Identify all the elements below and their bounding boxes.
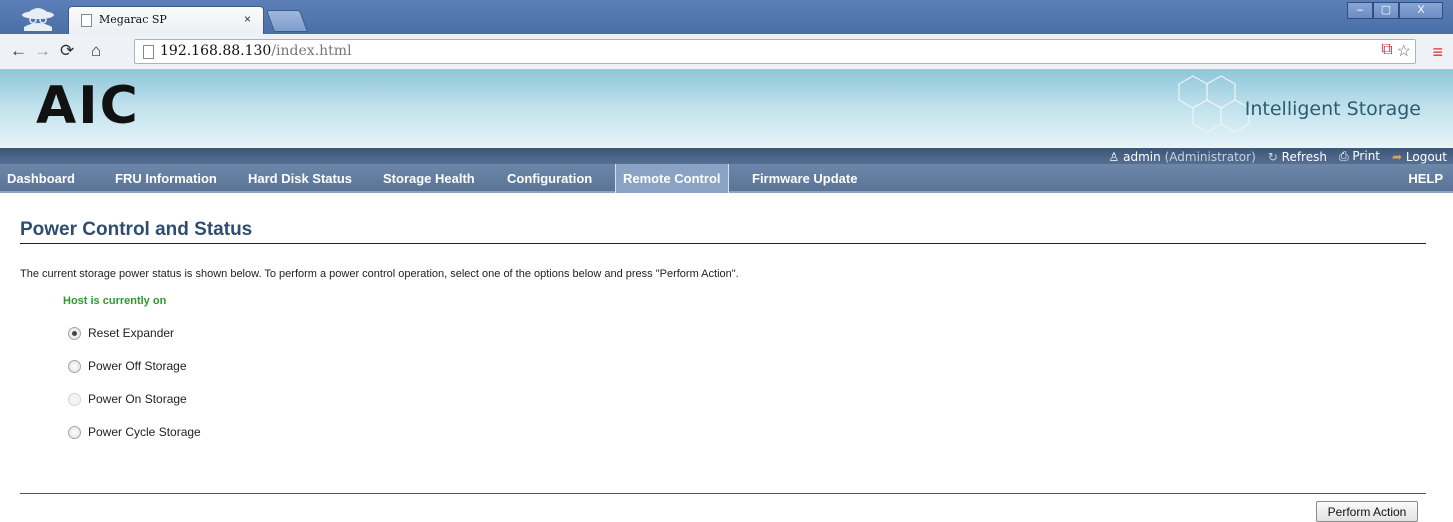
print-label: Print (1352, 149, 1381, 163)
main-nav: Dashboard FRU Information Hard Disk Stat… (0, 164, 1453, 193)
nav-fru-information[interactable]: FRU Information (108, 164, 224, 193)
help-link[interactable]: HELP (1408, 164, 1443, 193)
hexagon-pattern-icon (1178, 75, 1250, 133)
logout-icon: ➦ (1392, 149, 1403, 164)
option-label: Power Off Storage (88, 359, 187, 373)
url-host: 192.168.88.130 (160, 43, 272, 59)
option-label: Power On Storage (88, 392, 187, 406)
browser-tab[interactable]: Megarac SP × (68, 6, 264, 34)
radio-power-off-storage[interactable] (68, 359, 81, 373)
nav-firmware-update[interactable]: Firmware Update (745, 164, 864, 193)
nav-remote-control[interactable]: Remote Control (615, 164, 729, 193)
option-label: Reset Expander (88, 326, 175, 340)
radio-power-cycle-storage[interactable] (68, 425, 81, 439)
refresh-icon: ↻ (1267, 149, 1278, 164)
logout-label: Logout (1405, 149, 1447, 164)
window-controls: – ▢ X (1347, 2, 1443, 20)
browser-tab-bar: Megarac SP × – ▢ X (0, 0, 1453, 34)
option-power-on-storage: Power On Storage (68, 391, 187, 407)
page-icon (81, 14, 92, 27)
reload-icon[interactable]: ⟳ (60, 42, 74, 60)
option-label: Power Cycle Storage (88, 425, 201, 439)
option-reset-expander[interactable]: Reset Expander (68, 325, 174, 341)
option-power-cycle-storage[interactable]: Power Cycle Storage (68, 424, 201, 440)
user-role: (Administrator) (1164, 149, 1256, 164)
radio-power-on-storage (68, 392, 81, 406)
tab-close-button[interactable]: × (244, 12, 251, 26)
page-description: The current storage power status is show… (20, 268, 739, 280)
nav-configuration[interactable]: Configuration (500, 164, 599, 193)
title-divider (20, 243, 1426, 244)
star-icon[interactable]: ☆ (1397, 41, 1411, 61)
user-actions: ♙ admin (Administrator) ↻ Refresh ⎙ Prin… (1109, 149, 1447, 164)
browser-toolbar: ← → ⟳ ⌂ 192.168.88.130/index.html ⧉ ☆ ≡ (0, 34, 1453, 70)
close-window-button[interactable]: X (1399, 2, 1443, 19)
menu-icon[interactable]: ≡ (1432, 42, 1443, 63)
nav-storage-health[interactable]: Storage Health (376, 164, 482, 193)
print-link[interactable]: ⎙ Print (1339, 149, 1380, 164)
refresh-label: Refresh (1281, 149, 1327, 164)
bottom-divider (20, 493, 1426, 494)
perform-action-button[interactable]: Perform Action (1316, 501, 1418, 522)
url-path: /index.html (271, 43, 352, 59)
power-status: Host is currently on (63, 295, 167, 307)
home-icon[interactable]: ⌂ (91, 42, 101, 60)
brand-title: Intelligent Storage (1244, 98, 1421, 120)
print-icon: ⎙ (1338, 149, 1349, 163)
tab-title: Megarac SP (99, 13, 167, 26)
nav-dashboard[interactable]: Dashboard (0, 164, 82, 193)
forward-icon[interactable]: → (34, 42, 51, 60)
address-bar[interactable]: 192.168.88.130/index.html ⧉ ☆ (134, 39, 1416, 64)
current-user: ♙ admin (Administrator) (1109, 150, 1256, 164)
url-text: 192.168.88.130/index.html (160, 43, 352, 59)
aic-logo: AIC (36, 76, 140, 136)
new-tab-button[interactable] (265, 10, 309, 32)
user-icon: ♙ (1108, 149, 1120, 164)
maximize-button[interactable]: ▢ (1373, 2, 1399, 19)
page-banner: AIC Intelligent Storage (0, 70, 1453, 150)
nav-hard-disk-status[interactable]: Hard Disk Status (241, 164, 359, 193)
refresh-link[interactable]: ↻ Refresh (1268, 150, 1327, 164)
popup-blocked-icon[interactable]: ⧉ (1381, 41, 1392, 61)
user-bar: ♙ admin (Administrator) ↻ Refresh ⎙ Prin… (0, 148, 1453, 164)
back-icon[interactable]: ← (10, 42, 27, 60)
page-icon (143, 45, 154, 59)
omnibox-icons: ⧉ ☆ (1381, 41, 1411, 61)
user-name: admin (1123, 149, 1161, 164)
minimize-button[interactable]: – (1347, 2, 1373, 19)
option-power-off-storage[interactable]: Power Off Storage (68, 358, 187, 374)
incognito-icon (22, 8, 54, 31)
page-title: Power Control and Status (20, 219, 253, 240)
logout-link[interactable]: ➦ Logout (1392, 150, 1447, 164)
radio-reset-expander[interactable] (68, 326, 81, 340)
